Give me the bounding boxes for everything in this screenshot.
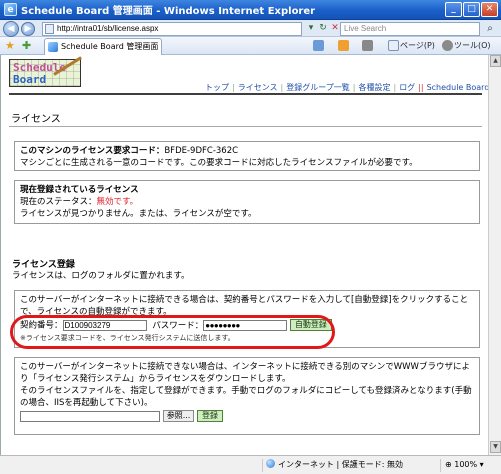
schedule-board-logo[interactable]: Schedule Board — [9, 56, 82, 87]
scroll-up-arrow-icon[interactable]: ▲ — [490, 55, 501, 67]
close-button[interactable]: ✕ — [481, 2, 498, 17]
status-value: 無効です。 — [96, 197, 139, 207]
nav-top[interactable]: トップ — [205, 83, 229, 92]
security-lock-icon — [240, 459, 254, 472]
status-bar: インターネット | 保護モード: 無効 ⊕ 100% ▾ — [0, 455, 501, 474]
url-field[interactable]: http://intra01/sb/license.aspx — [42, 22, 302, 36]
offline-instructions: このサーバーがインターネットに接続できない場合は、インターネットに接続できる別の… — [20, 362, 470, 384]
current-license-heading: 現在登録されているライセンス — [20, 185, 139, 195]
tools-gear-icon — [442, 40, 453, 51]
contract-number-label: 契約番号： — [20, 320, 63, 331]
favorites-star-icon[interactable]: ★ — [5, 39, 15, 52]
nav-schedule-board[interactable]: Schedule Board 画面 — [427, 83, 488, 92]
status-label: 現在のステータス： — [20, 197, 97, 207]
logo-line2: Board — [13, 73, 47, 86]
top-navigation: トップ | ライセンス | 登録グループ一覧 | 各種設定 | ログ || Schedule Boa… — [205, 82, 488, 93]
online-registration-panel: このサーバーがインターネットに接続できる場合は、契約番号とパスワードを入力して[… — [14, 290, 480, 348]
current-license-panel: 現在登録されているライセンス 現在のステータス：無効です。 ライセンスが見つかり… — [14, 180, 480, 224]
registration-description: ライセンスは、ログのフォルダに置かれます。 — [12, 271, 190, 281]
nav-license[interactable]: ライセンス — [238, 83, 278, 92]
scroll-down-arrow-icon[interactable]: ▼ — [490, 441, 501, 453]
online-note: ※ライセンス要求コードを、ライセンス発行システムに送信します。 — [20, 333, 235, 342]
page-content: Schedule Board トップ | ライセンス | 登録グループ一覧 | 各種設定 | ロ… — [0, 55, 488, 455]
title-bar: e Schedule Board 管理画面 - Windows Internet… — [0, 0, 501, 20]
minimize-button[interactable]: _ — [445, 2, 462, 17]
browse-button[interactable]: 参照... — [162, 410, 195, 422]
password-input[interactable]: ●●●●●●●● — [203, 319, 288, 331]
address-bar: ◀ ▶ http://intra01/sb/license.aspx ▾ ↻ ✕… — [0, 20, 501, 37]
zoom-dropdown-icon[interactable]: ▾ — [477, 460, 484, 469]
page-icon — [45, 24, 54, 34]
request-code-panel: このマシンのライセンス要求コード：BFDE-9DFC-362C マシンごとに生成… — [14, 141, 480, 171]
window-title: Schedule Board 管理画面 - Windows Internet E… — [21, 6, 316, 17]
password-label: パスワード： — [152, 320, 204, 331]
zone-cell: インターネット | 保護モード: 無効 — [262, 459, 403, 472]
title-divider — [9, 126, 482, 127]
nav-group-list[interactable]: 登録グループ一覧 — [286, 83, 350, 92]
search-icon[interactable]: ⌕ — [483, 22, 497, 36]
tab-page-icon — [48, 42, 58, 52]
print-icon[interactable] — [362, 40, 373, 51]
page-title: ライセンス — [11, 114, 61, 125]
request-code-description: マシンごとに生成される一意のコードです。この要求コードに対応したライセンスファイ… — [20, 158, 418, 168]
tab-title: Schedule Board 管理画面 — [61, 42, 159, 51]
add-favorites-icon[interactable]: ✚ — [22, 39, 31, 52]
ie-icon: e — [4, 3, 17, 16]
tab-schedule-board[interactable]: Schedule Board 管理画面 — [44, 38, 162, 55]
nav-log[interactable]: ログ — [399, 83, 415, 92]
window-controls: _ □ ✕ — [445, 2, 498, 17]
zone-text: インターネット | 保護モード: 無効 — [278, 460, 404, 469]
zoom-value: 100% — [454, 460, 478, 469]
zoom-icon: ⊕ — [445, 460, 455, 469]
header-divider — [9, 93, 482, 95]
license-file-input[interactable] — [20, 410, 160, 422]
maximize-button[interactable]: □ — [463, 2, 480, 17]
license-message: ライセンスが見つかりません。または、ライセンスが空です。 — [20, 209, 257, 219]
globe-icon — [266, 459, 275, 468]
forward-button[interactable]: ▶ — [21, 22, 35, 36]
offline-instructions-2: そのライセンスファイルを、指定して登録ができます。手動でログのフォルダにコピーし… — [20, 386, 472, 408]
contract-number-input[interactable]: D100903279 — [62, 319, 147, 331]
offline-registration-panel: このサーバーがインターネットに接続できない場合は、インターネットに接続できる別の… — [14, 357, 480, 435]
zoom-control[interactable]: ⊕ 100% ▾ — [440, 459, 498, 472]
vertical-scrollbar[interactable]: ▲ ▼ — [488, 55, 501, 455]
search-placeholder: Live Search — [344, 24, 387, 33]
auto-register-button[interactable]: 自動登録 — [289, 319, 332, 331]
register-button[interactable]: 登録 — [197, 410, 224, 422]
nav-settings[interactable]: 各種設定 — [358, 83, 390, 92]
home-icon[interactable] — [313, 40, 324, 51]
feeds-icon[interactable] — [338, 40, 349, 51]
page-menu-icon — [388, 40, 399, 51]
back-button[interactable]: ◀ — [3, 21, 19, 37]
search-input[interactable]: Live Search — [340, 22, 480, 36]
request-code-value: BFDE-9DFC-362C — [164, 146, 239, 156]
tools-menu[interactable]: ツール(O) — [454, 39, 491, 53]
request-code-label: このマシンのライセンス要求コード： — [20, 146, 165, 156]
url-text: http://intra01/sb/license.aspx — [57, 24, 159, 33]
favorites-bar: ★ ✚ Schedule Board 管理画面 ページ(P) ツール(O) — [0, 37, 501, 55]
online-instructions: このサーバーがインターネットに接続できる場合は、契約番号とパスワードを入力して[… — [20, 295, 469, 317]
page-menu[interactable]: ページ(P) — [400, 39, 435, 53]
